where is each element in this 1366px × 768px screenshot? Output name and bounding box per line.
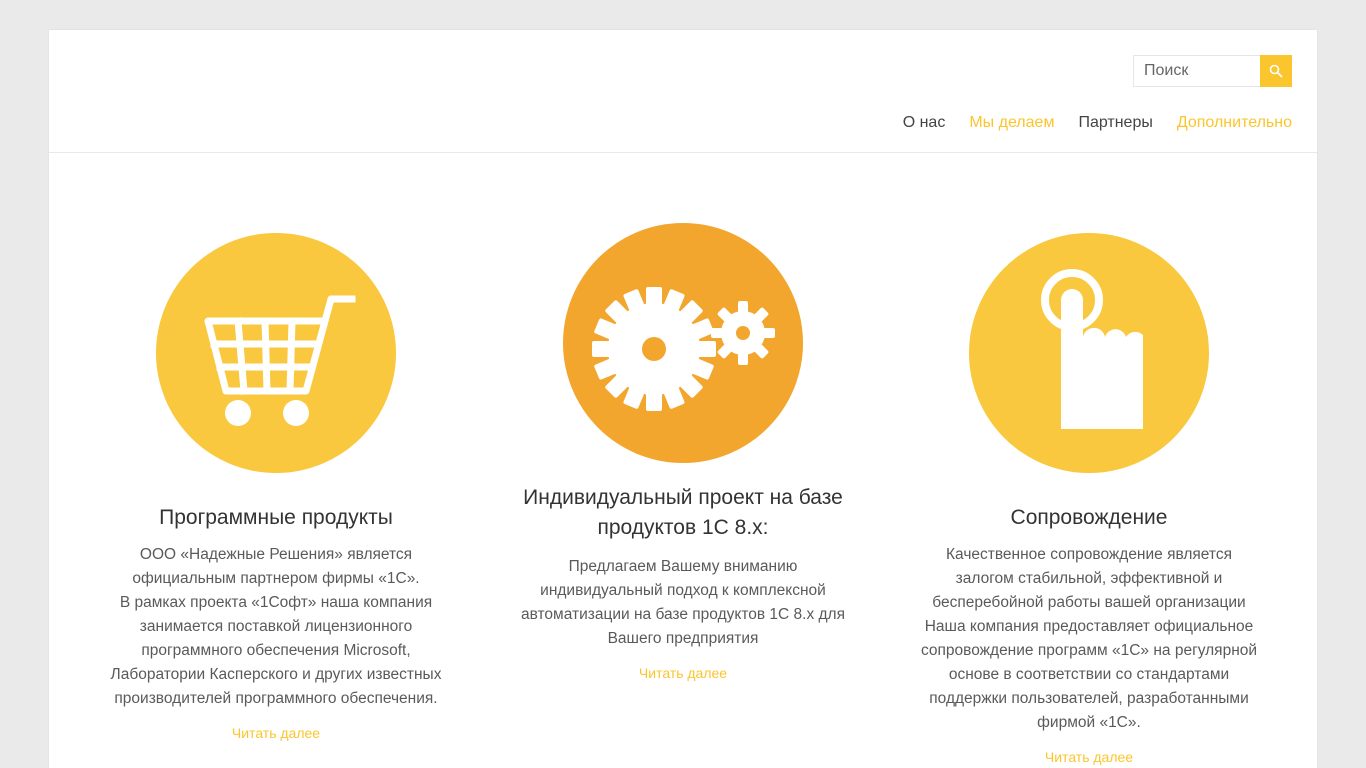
nav-item-partners[interactable]: Партнеры: [1078, 113, 1152, 133]
main-nav: О нас Мы делаем Партнеры Дополнительно: [879, 113, 1292, 133]
shopping-cart-icon: [204, 295, 356, 426]
site-header: О нас Мы делаем Партнеры Дополнительно: [49, 30, 1317, 153]
search-input[interactable]: [1133, 55, 1260, 87]
pointing-hand-icon: [1041, 269, 1143, 429]
feature-individual-project: Индивидуальный проект на базе продуктов …: [508, 223, 858, 681]
nav-item-more[interactable]: Дополнительно: [1177, 113, 1292, 133]
page-container: О нас Мы делаем Партнеры Дополнительно: [49, 30, 1317, 768]
feature-circle: [969, 233, 1209, 473]
feature-software-products: Программные продукты ООО «Надежные Решен…: [101, 233, 451, 741]
read-more-link[interactable]: Читать далее: [101, 725, 451, 741]
feature-description: ООО «Надежные Решения» является официаль…: [110, 546, 442, 707]
nav-item-about[interactable]: О нас: [903, 113, 946, 133]
read-more-link[interactable]: Читать далее: [508, 665, 858, 681]
feature-description: Качественное сопровождение является зало…: [920, 546, 1258, 731]
gears-icon: [592, 287, 775, 411]
nav-item-services[interactable]: Мы делаем: [969, 113, 1054, 133]
search-icon: [1269, 64, 1283, 78]
feature-support: Сопровождение Качественное сопровождение…: [914, 233, 1264, 765]
feature-circle: [156, 233, 396, 473]
feature-circle: [563, 223, 803, 463]
read-more-link[interactable]: Читать далее: [914, 749, 1264, 765]
feature-title: Индивидуальный проект на базе продуктов …: [523, 486, 843, 539]
search-button[interactable]: [1260, 55, 1292, 87]
search-form: [1133, 55, 1292, 87]
feature-description: Предлагаем Вашему вниманию индивидуальны…: [520, 558, 845, 647]
feature-title: Программные продукты: [159, 506, 393, 529]
feature-title: Сопровождение: [1010, 506, 1168, 529]
